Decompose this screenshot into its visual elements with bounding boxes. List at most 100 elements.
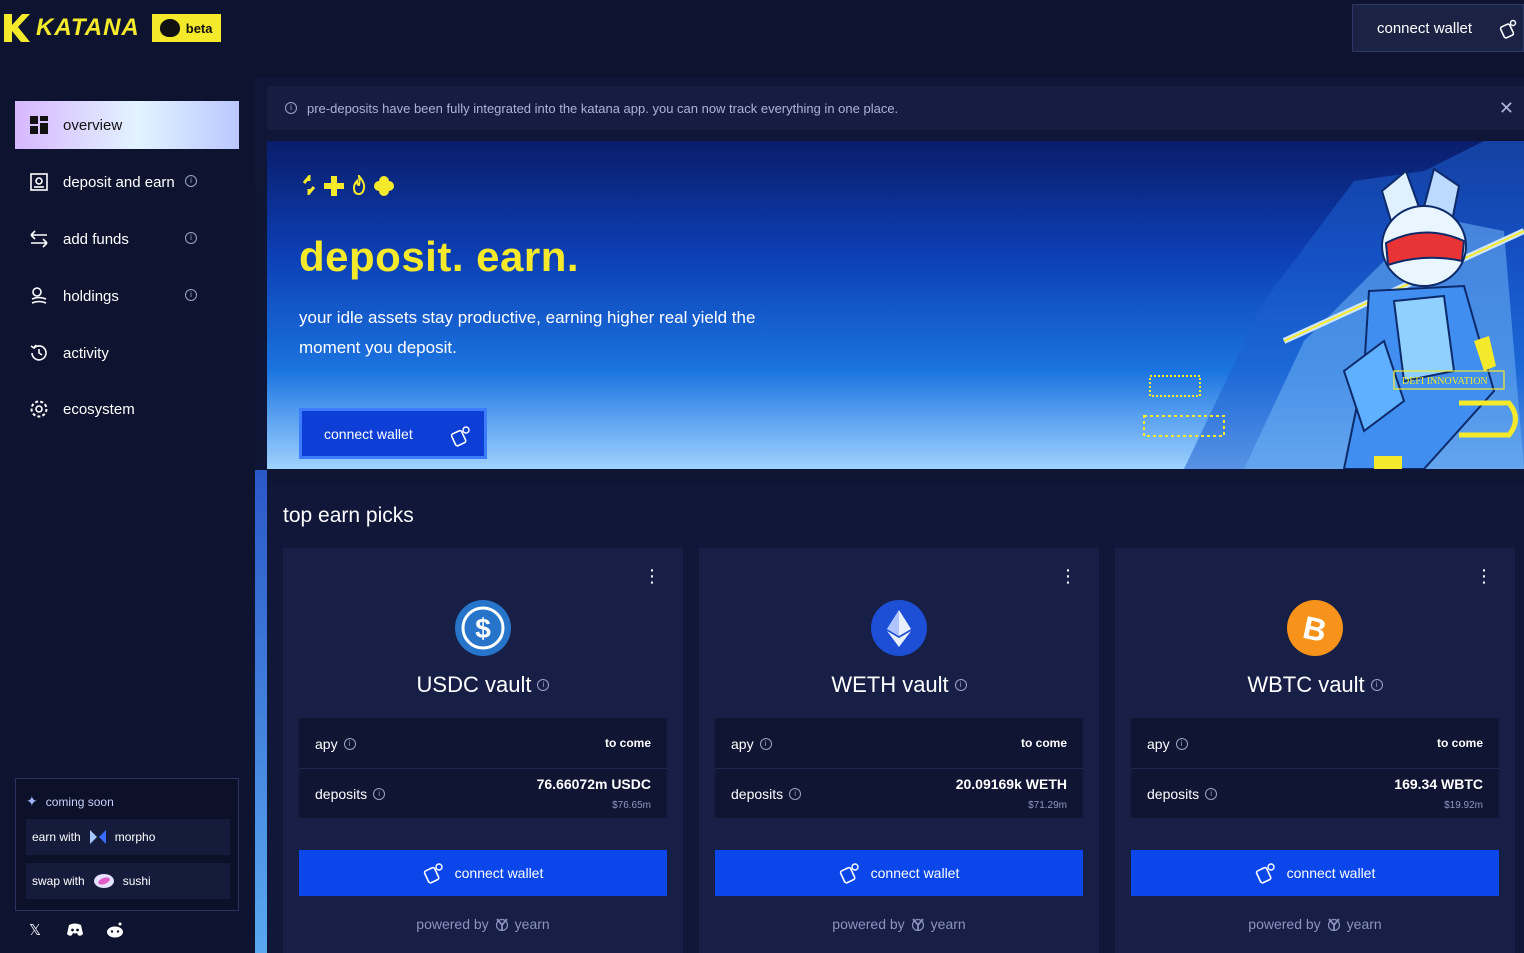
swap-with-sushi-row[interactable]: swap with sushi bbox=[26, 863, 230, 899]
more-options-icon[interactable]: ⋮ bbox=[1475, 566, 1493, 587]
x-icon[interactable]: 𝕏 bbox=[26, 921, 44, 939]
info-icon[interactable]: i bbox=[537, 679, 550, 691]
close-icon[interactable]: ✕ bbox=[1499, 98, 1514, 119]
sidebar-item-label: holdings bbox=[63, 287, 119, 305]
connect-wallet-button[interactable]: connect wallet bbox=[1131, 850, 1499, 896]
coming-soon-label: coming soon bbox=[45, 794, 114, 809]
reddit-icon[interactable] bbox=[106, 921, 124, 939]
button-label: connect wallet bbox=[454, 865, 544, 881]
connect-wallet-button[interactable]: connect wallet bbox=[715, 850, 1083, 896]
plus-shape-icon bbox=[324, 176, 344, 196]
hero-icon-row bbox=[301, 175, 395, 197]
apy-label: apy i bbox=[731, 736, 772, 752]
banner-text: pre-deposits have been fully integrated … bbox=[307, 100, 899, 116]
vault-name: WBTC vault i bbox=[1115, 672, 1515, 698]
vault-name-text: WETH vault bbox=[831, 672, 949, 697]
flame-icon bbox=[352, 175, 366, 195]
info-banner: i pre-deposits have been fully integrate… bbox=[267, 86, 1524, 130]
info-icon[interactable]: i bbox=[185, 175, 197, 187]
swap-arrows-icon bbox=[302, 175, 316, 195]
info-icon[interactable]: i bbox=[373, 788, 386, 800]
yearn-logo-icon bbox=[495, 918, 508, 931]
powered-by-name: yearn bbox=[514, 916, 550, 932]
section-title: top earn picks bbox=[283, 504, 414, 527]
sidebar-item-overview[interactable]: overview bbox=[15, 101, 239, 149]
deposits-label-text: deposits bbox=[1147, 786, 1200, 802]
svg-text:$: $ bbox=[475, 613, 491, 644]
sidebar-item-ecosystem[interactable]: ecosystem bbox=[15, 385, 239, 433]
info-icon[interactable]: i bbox=[1205, 788, 1218, 800]
button-label: connect wallet bbox=[870, 865, 960, 881]
wallet-tag-icon bbox=[1255, 863, 1275, 884]
deposits-value: 169.34 WBTC bbox=[1394, 776, 1483, 792]
info-icon[interactable]: i bbox=[185, 232, 197, 244]
deposits-row: deposits i 76.66072m USDC $76.65m bbox=[299, 768, 667, 818]
yearn-logo-icon bbox=[1327, 918, 1340, 931]
beta-badge: beta bbox=[151, 14, 221, 42]
powered-by: powered by yearn bbox=[283, 916, 683, 932]
morpho-logo-icon bbox=[89, 830, 106, 844]
wallet-tag-icon bbox=[839, 863, 859, 884]
hero-connect-wallet-button[interactable]: connect wallet bbox=[299, 408, 487, 459]
apy-label-text: apy bbox=[731, 736, 754, 752]
discord-icon[interactable] bbox=[66, 921, 84, 939]
vault-name: WETH vault i bbox=[699, 672, 1099, 698]
deposits-label: deposits i bbox=[731, 786, 802, 802]
sidebar-item-label: activity bbox=[63, 344, 109, 362]
powered-by: powered by yearn bbox=[1115, 916, 1515, 932]
more-options-icon[interactable]: ⋮ bbox=[643, 566, 661, 587]
deposits-label: deposits i bbox=[315, 786, 386, 802]
info-icon[interactable]: i bbox=[1175, 738, 1188, 750]
katana-k-icon bbox=[4, 14, 30, 42]
hero-title: deposit. earn. bbox=[299, 233, 580, 280]
info-icon[interactable]: i bbox=[954, 679, 967, 691]
decorative-edge bbox=[255, 470, 267, 953]
info-icon[interactable]: i bbox=[759, 738, 772, 750]
apy-value: to come bbox=[1436, 736, 1483, 750]
earn-with-morpho-row[interactable]: earn with morpho bbox=[26, 819, 230, 855]
sparkle-icon: ✦ bbox=[26, 793, 38, 809]
coins-stack-icon bbox=[29, 286, 49, 306]
deposits-label-text: deposits bbox=[315, 786, 368, 802]
apy-label-text: apy bbox=[1147, 736, 1170, 752]
info-icon: i bbox=[285, 102, 297, 114]
sidebar-item-activity[interactable]: activity bbox=[15, 329, 239, 377]
vault-stats: apy i to come deposits i 76.66072m USDC $7… bbox=[299, 718, 667, 818]
usdc-coin-icon: $ bbox=[455, 600, 511, 656]
row-prefix: earn with bbox=[32, 830, 81, 844]
row-partner: sushi bbox=[122, 874, 151, 888]
info-icon[interactable]: i bbox=[185, 289, 197, 301]
more-options-icon[interactable]: ⋮ bbox=[1059, 566, 1077, 587]
top-bar: KATANA beta connect wallet bbox=[0, 0, 1524, 78]
vault-card-usdc: ⋮ $ USDC vault i apy i to come deposits i … bbox=[283, 548, 683, 953]
vault-icon bbox=[29, 172, 49, 192]
hero-button-label: connect wallet bbox=[324, 425, 413, 442]
header-connect-wallet-button[interactable]: connect wallet bbox=[1352, 4, 1524, 52]
info-icon[interactable]: i bbox=[789, 788, 802, 800]
info-icon[interactable]: i bbox=[1370, 679, 1383, 691]
powered-by-name: yearn bbox=[1346, 916, 1382, 932]
deposits-label: deposits i bbox=[1147, 786, 1218, 802]
sidebar-item-label: overview bbox=[63, 116, 123, 134]
clover-icon bbox=[374, 176, 394, 196]
vault-name-text: USDC vault bbox=[416, 672, 532, 697]
apy-row: apy i to come bbox=[715, 718, 1083, 768]
grid-icon bbox=[29, 115, 49, 135]
vault-card-weth: ⋮ WETH vault i apy i to come deposits i 20… bbox=[699, 548, 1099, 953]
katana-logo[interactable]: KATANA beta bbox=[2, 12, 221, 44]
powered-prefix: powered by bbox=[416, 916, 489, 932]
info-icon[interactable]: i bbox=[343, 738, 356, 750]
vault-card-wbtc: ⋮ B WBTC vault i apy i to come deposits i … bbox=[1115, 548, 1515, 953]
connect-wallet-button[interactable]: connect wallet bbox=[299, 850, 667, 896]
sidebar-item-holdings[interactable]: holdings i bbox=[15, 272, 239, 320]
powered-prefix: powered by bbox=[1248, 916, 1321, 932]
gear-icon bbox=[29, 399, 49, 419]
sushi-logo-icon bbox=[93, 874, 114, 888]
sidebar-item-add-funds[interactable]: add funds i bbox=[15, 215, 239, 263]
samurai-mascot-illustration: DEFI INNOVATION bbox=[1143, 141, 1524, 469]
powered-prefix: powered by bbox=[832, 916, 905, 932]
vault-name-text: WBTC vault bbox=[1247, 672, 1365, 697]
sidebar-item-deposit-and-earn[interactable]: deposit and earn i bbox=[15, 158, 239, 206]
coming-soon-panel: ✦ coming soon earn with morpho swap with… bbox=[15, 778, 239, 911]
top-earn-picks-section: top earn picks ⋮ $ USDC vault i apy i to … bbox=[267, 486, 1524, 953]
